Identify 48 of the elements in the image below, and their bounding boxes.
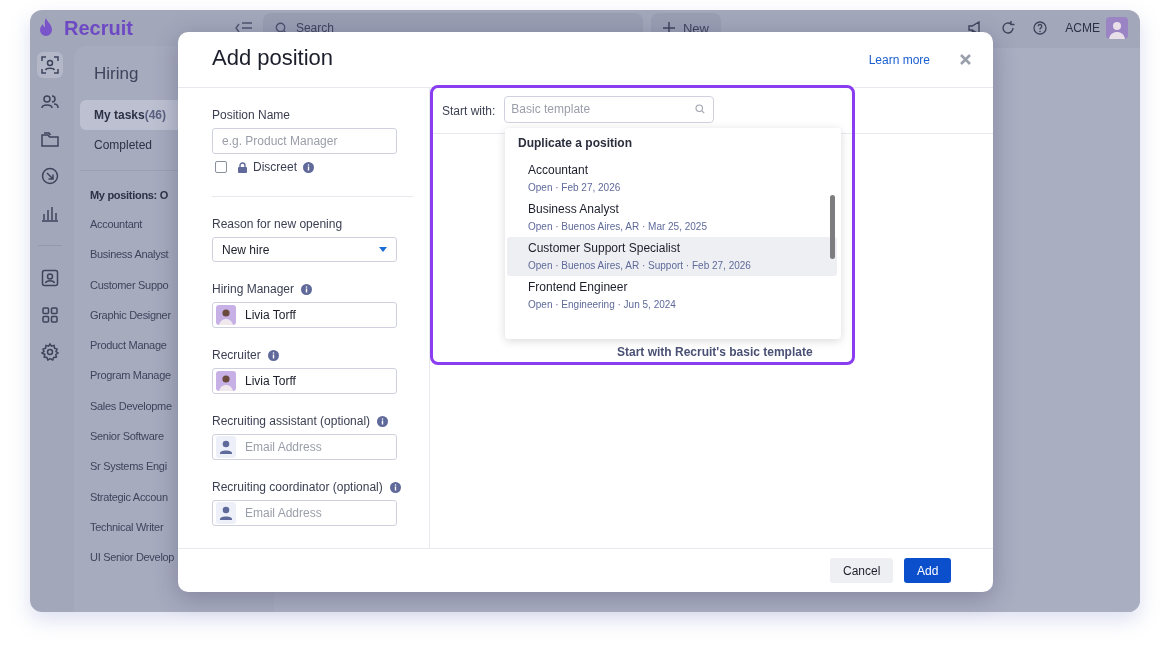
help-icon[interactable] <box>1033 21 1048 35</box>
flame-logo-icon <box>38 18 54 38</box>
field-label: Recruiting coordinator (optional) <box>212 480 383 494</box>
person-icon <box>216 436 236 458</box>
info-icon[interactable] <box>303 161 314 173</box>
panel-title: Hiring <box>93 63 140 85</box>
info-icon[interactable] <box>267 349 279 361</box>
scrollbar-thumb[interactable] <box>830 195 835 259</box>
search-icon <box>695 104 706 114</box>
section-heading: My positions: O <box>89 188 169 203</box>
lock-icon <box>238 161 247 173</box>
person-field[interactable]: Livia Torff <box>212 368 397 394</box>
cancel-button[interactable]: Cancel <box>830 558 893 583</box>
scan-icon[interactable] <box>37 52 63 78</box>
person-field[interactable]: Livia Torff <box>212 302 397 328</box>
info-icon[interactable] <box>377 415 389 427</box>
person-icon <box>216 502 236 524</box>
dropdown-heading: Duplicate a position <box>517 136 633 152</box>
avatar-icon <box>216 305 236 325</box>
refresh-icon[interactable] <box>1001 21 1016 35</box>
info-icon[interactable] <box>389 481 401 493</box>
position-option[interactable]: Frontend Engineer Open · Engineering · Jun 5, 2024 <box>507 276 837 315</box>
start-with-label: Start with: <box>442 103 496 118</box>
position-option[interactable]: Business Analyst Open · Buenos Aires, AR · Mar 25, 2025 <box>507 198 837 237</box>
app-logo: Recruit <box>64 16 133 40</box>
add-button[interactable]: Add <box>904 558 951 583</box>
reason-dropdown[interactable]: New hire <box>212 237 397 262</box>
dialog-title: Add position <box>212 45 335 71</box>
account-name[interactable]: ACME <box>1065 21 1100 35</box>
text-input-field[interactable]: e.g. Product Manager <box>212 128 397 154</box>
avatar-icon <box>216 371 236 391</box>
avatar-icon[interactable] <box>1106 17 1128 39</box>
checkbox-label: Discreet <box>253 160 297 174</box>
field-label: Recruiting assistant (optional) <box>212 414 371 428</box>
position-option[interactable]: Accountant Open · Feb 27, 2026 <box>507 159 837 198</box>
basic-template-option[interactable]: Start with Recruit's basic template <box>617 345 813 359</box>
discreet-checkbox[interactable] <box>215 161 227 173</box>
learn-more-link[interactable]: Learn more <box>868 52 930 67</box>
caret-icon <box>379 247 387 252</box>
close-icon[interactable] <box>960 54 971 65</box>
field-label: Hiring Manager <box>212 282 295 296</box>
field-label: Recruiter <box>212 348 261 362</box>
template-search-field[interactable]: Basic template <box>504 95 715 123</box>
info-icon[interactable] <box>301 283 313 295</box>
position-option[interactable]: Customer Support Specialist Open · Buenos Aires, AR · Support · Feb 27, 2026 <box>507 237 837 276</box>
email-field[interactable]: Email Address <box>212 500 397 526</box>
email-field[interactable]: Email Address <box>212 434 397 460</box>
field-label: Reason for new opening <box>212 217 343 231</box>
